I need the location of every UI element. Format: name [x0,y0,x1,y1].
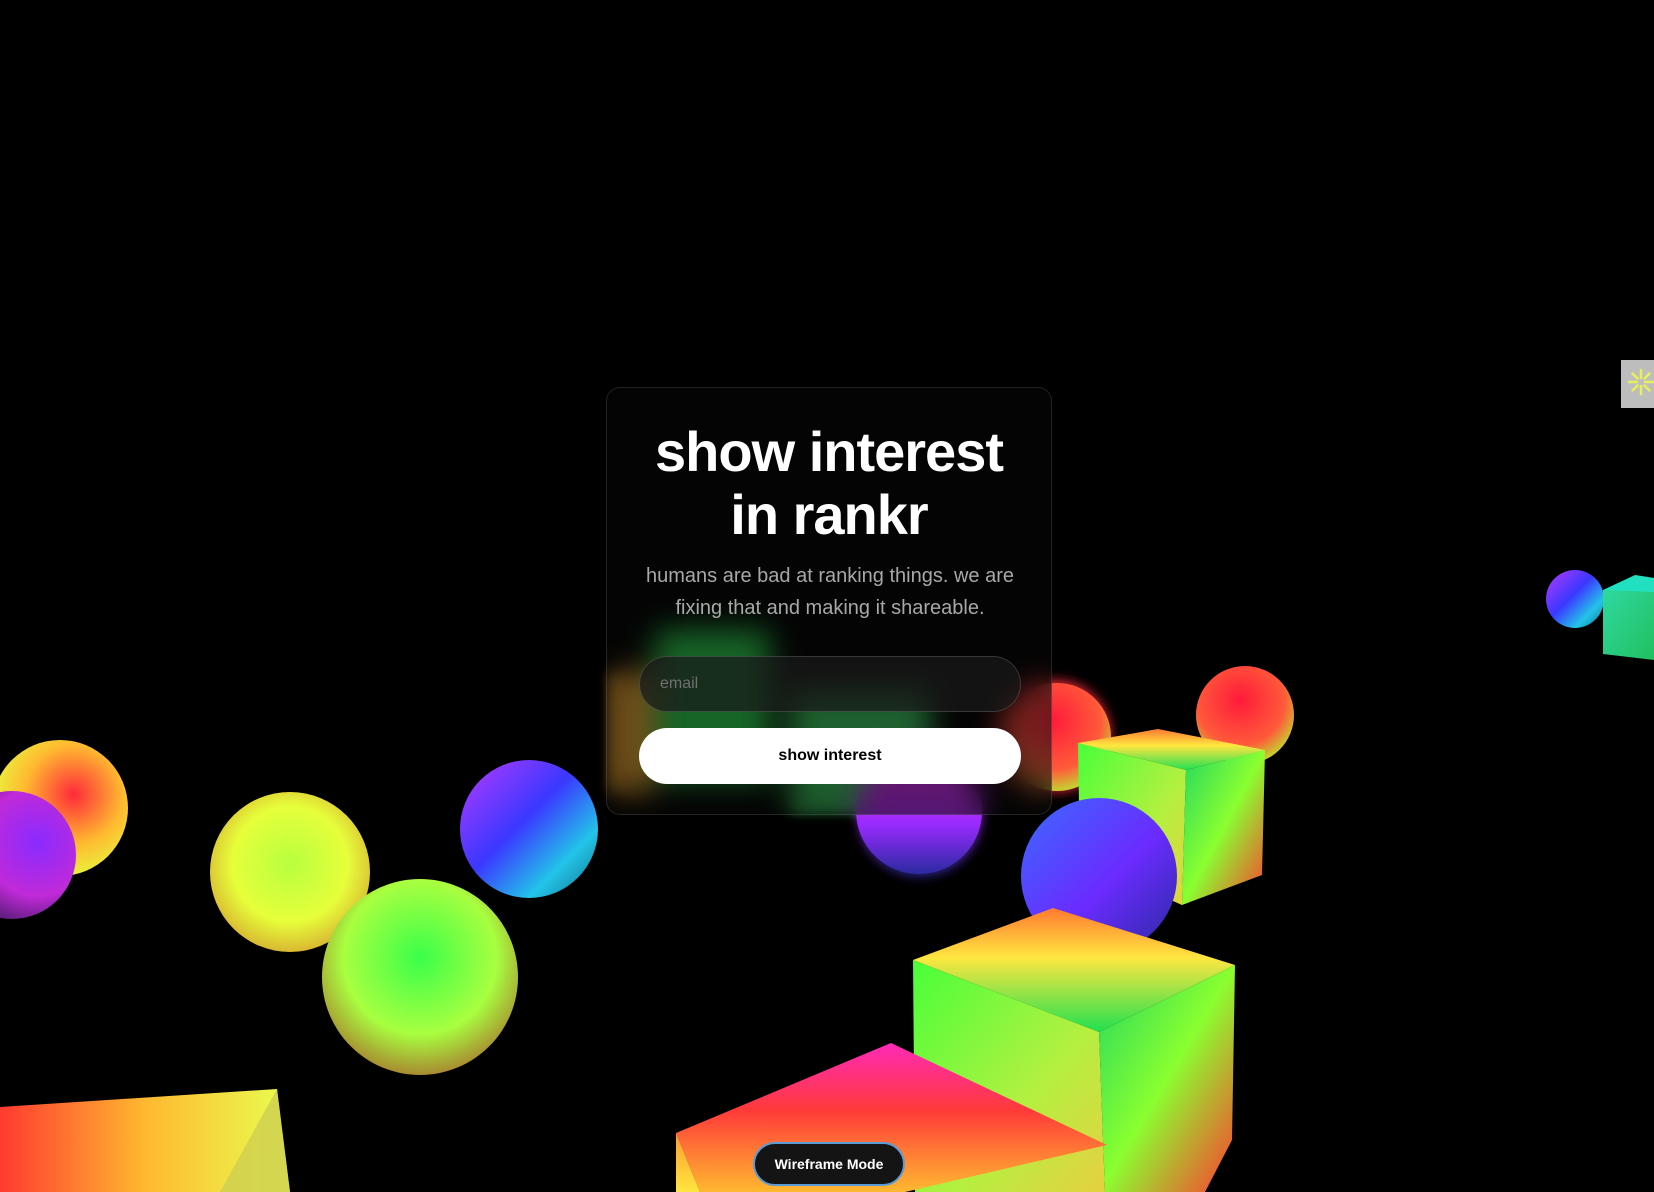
cube-right-upper-right [1182,750,1265,905]
sphere-blue-small-far [1546,570,1604,628]
3d-scene-canvas[interactable]: show interest in rankr humans are bad at… [0,0,1654,1192]
side-widget-tab[interactable] [1621,360,1654,408]
show-interest-button[interactable]: show interest [639,728,1021,784]
signup-card: show interest in rankr humans are bad at… [606,387,1052,815]
tagline: humans are bad at ranking things. we are… [646,565,1014,619]
title-line-2: in rankr [730,483,928,546]
cube-small-far [1603,590,1654,660]
wireframe-mode-button[interactable]: Wireframe Mode [753,1142,905,1186]
page-title: show interest in rankr [607,420,1051,546]
title-line-1: show interest [655,420,1004,483]
email-field[interactable] [639,656,1021,712]
sphere-blue-purple [460,760,598,898]
sparkle-icon [1627,368,1654,401]
sphere-green-large [322,879,518,1075]
